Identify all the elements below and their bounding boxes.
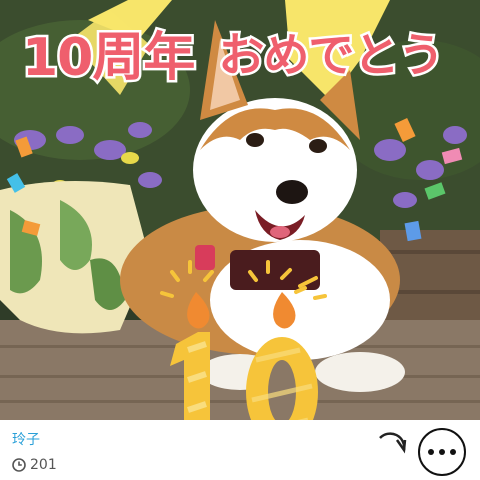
post-date: 201 — [12, 457, 57, 473]
more-options-icon — [428, 449, 434, 455]
app-badge: Dokonoko — [191, 442, 291, 464]
more-options-button[interactable] — [418, 428, 466, 476]
title-overlay: 10周年 おめでとう — [19, 12, 447, 92]
post-date-text: 201 — [30, 457, 57, 473]
author-name[interactable]: 玲子 — [12, 429, 40, 449]
headline-anniversary: 10周年 — [19, 25, 197, 90]
clock-icon — [12, 458, 26, 472]
headline-congrats: おめでとう — [216, 26, 447, 85]
refresh-icon[interactable] — [372, 428, 408, 464]
post-viewer: 10周年 おめでとう 玲子 201 Dokonoko — [0, 0, 480, 480]
